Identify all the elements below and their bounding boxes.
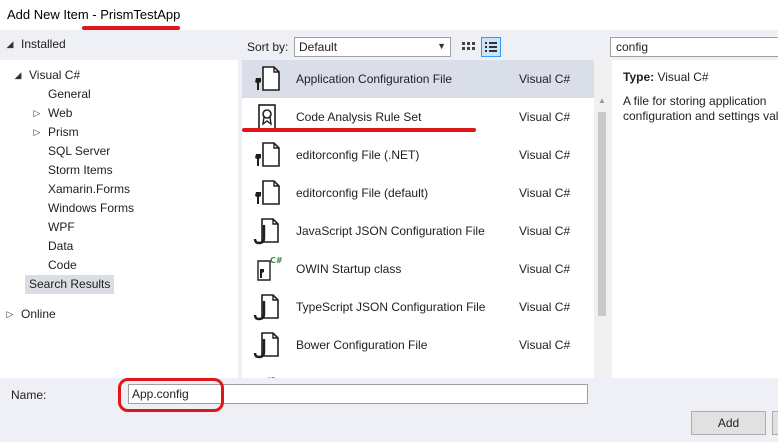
add-button[interactable]: Add — [691, 411, 766, 435]
search-input[interactable] — [611, 38, 771, 56]
template-name: JavaScript JSON Configuration File — [296, 224, 485, 238]
chevron-down-icon: ▼ — [437, 41, 446, 51]
tree-item-xamarin-forms[interactable]: Xamarin.Forms — [48, 180, 130, 199]
grid-view-icon — [462, 42, 475, 50]
json-config-icon — [253, 332, 279, 359]
template-name: Application Configuration File — [296, 72, 453, 86]
template-language: Visual C# — [519, 262, 571, 276]
tree-item-installed[interactable]: Installed — [21, 35, 66, 54]
grid-view-button[interactable] — [458, 37, 478, 57]
json-config-icon — [253, 294, 279, 321]
template-name: Code Analysis Rule Set — [296, 110, 422, 124]
list-view-icon — [485, 42, 497, 52]
expand-icon[interactable]: ▷ — [32, 104, 42, 123]
tree-item-general[interactable]: General — [48, 85, 91, 104]
list-item-application-configuration-file[interactable]: Application Configuration File Visual C# — [242, 60, 594, 98]
tree-body: ◢ Visual C# General ▷ Web ▷ Prism SQL Se… — [0, 60, 238, 378]
tree-header: ◢ Installed — [0, 30, 238, 60]
tree-item-data[interactable]: Data — [48, 237, 73, 256]
sort-by-label: Sort by: — [247, 40, 289, 54]
list-item-owin-startup-class[interactable]: C# OWIN Startup class Visual C# — [242, 250, 594, 288]
template-description: A file for storing application configura… — [623, 94, 778, 123]
tree-item-storm-items[interactable]: Storm Items — [48, 161, 113, 180]
window-title: Add New Item - PrismTestApp — [7, 7, 181, 22]
annotation-circle — [118, 378, 224, 412]
template-language: Visual C# — [519, 338, 571, 352]
list-item-editorconfig-default[interactable]: editorconfig File (default) Visual C# — [242, 174, 594, 212]
config-file-icon — [255, 66, 280, 91]
template-language: Visual C# — [519, 72, 571, 86]
type-label: Type: — [623, 70, 655, 84]
template-language: Visual C# — [519, 110, 571, 124]
tree-item-web[interactable]: Web — [48, 104, 72, 123]
scrollbar-thumb[interactable] — [594, 112, 610, 316]
details-pane: Type: Visual C# A file for storing appli… — [612, 60, 778, 408]
name-label: Name: — [11, 388, 47, 402]
collapse-icon[interactable]: ◢ — [5, 35, 15, 54]
annotation-underline — [242, 128, 476, 132]
config-file-icon — [255, 142, 280, 167]
template-name: editorconfig File (.NET) — [296, 148, 420, 162]
json-config-icon — [253, 218, 279, 245]
list-view-button[interactable] — [481, 37, 501, 57]
tree-item-sql-server[interactable]: SQL Server — [48, 142, 110, 161]
type-line: Type: Visual C# — [623, 70, 709, 84]
tree-item-online[interactable]: Online — [21, 305, 56, 324]
list-item-javascript-json-config[interactable]: JavaScript JSON Configuration File Visua… — [242, 212, 594, 250]
tree-item-wpf[interactable]: WPF — [48, 218, 75, 237]
csharp-class-icon: C# — [257, 256, 282, 281]
list-item-editorconfig-net[interactable]: editorconfig File (.NET) Visual C# — [242, 136, 594, 174]
search-box[interactable] — [610, 37, 778, 57]
template-name: OWIN Startup class — [296, 262, 402, 276]
title-bar: Add New Item - PrismTestApp — [0, 0, 778, 30]
tree-item-windows-forms[interactable]: Windows Forms — [48, 199, 134, 218]
list-item-typescript-json-config[interactable]: TypeScript JSON Configuration File Visua… — [242, 288, 594, 326]
dialog-body: ◢ Installed ◢ Visual C# General ▷ Web ▷ … — [0, 30, 778, 408]
tree-item-code[interactable]: Code — [48, 256, 77, 275]
template-name: TypeScript JSON Configuration File — [296, 300, 486, 314]
collapse-icon[interactable]: ◢ — [13, 66, 23, 85]
template-language: Visual C# — [519, 300, 571, 314]
sort-by-select[interactable]: Default ▼ — [294, 37, 451, 57]
svg-text:C#: C# — [270, 256, 282, 265]
type-value: Visual C# — [657, 70, 709, 84]
sort-by-value: Default — [299, 40, 338, 54]
template-language: Visual C# — [519, 148, 571, 162]
template-list: Application Configuration File Visual C#… — [242, 60, 610, 408]
scroll-up-icon[interactable]: ▲ — [594, 96, 610, 108]
template-language: Visual C# — [519, 186, 571, 200]
template-language: Visual C# — [519, 224, 571, 238]
toolbar: Sort by: Default ▼ — [238, 30, 778, 60]
config-file-icon — [255, 180, 280, 205]
expand-icon[interactable]: ▷ — [32, 123, 42, 142]
tree-item-visual-csharp[interactable]: Visual C# — [29, 66, 80, 85]
template-name: editorconfig File (default) — [296, 186, 429, 200]
list-item-bower-config[interactable]: Bower Configuration File Visual C# — [242, 326, 594, 364]
tree-item-search-results[interactable]: Search Results — [25, 275, 115, 294]
expand-icon[interactable]: ▷ — [5, 305, 15, 324]
category-tree: ◢ Installed ◢ Visual C# General ▷ Web ▷ … — [0, 30, 238, 378]
cancel-button[interactable] — [772, 411, 778, 435]
template-name: Bower Configuration File — [296, 338, 428, 352]
bottom-bar: Name: Add — [0, 378, 778, 442]
tree-item-prism[interactable]: Prism — [48, 123, 79, 142]
